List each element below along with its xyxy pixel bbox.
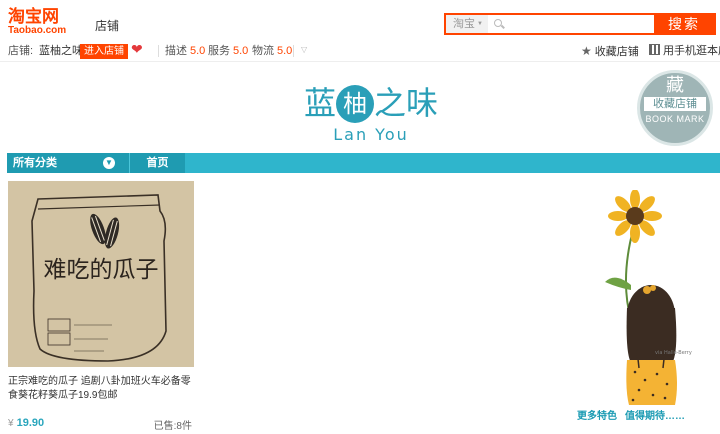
divider xyxy=(293,45,294,57)
product-title-link[interactable]: 正宗难吃的瓜子 追剧八卦加班火车必备零食葵花籽葵瓜子19.9包邮 xyxy=(8,375,194,405)
heart-icon[interactable]: ❤ xyxy=(131,42,143,56)
bookmark-badge[interactable]: 藏 收藏店铺 BOOK MARK xyxy=(637,70,713,146)
price-amount: 19.90 xyxy=(16,417,45,429)
rating-service: 服务 5.0 xyxy=(208,44,248,58)
sold-count: 已售:8件 xyxy=(153,421,192,432)
rating-score: 5.0 xyxy=(190,45,206,57)
product-card: 难吃的瓜子 正宗难吃的瓜子 追剧八卦加班火车必备零食葵花籽葵瓜子19.9包邮 ¥… xyxy=(8,181,194,433)
coming-soon-link[interactable]: 值得期待…… xyxy=(625,407,685,422)
taobao-logo[interactable]: 淘宝网 Taobao.com xyxy=(8,8,78,38)
shop-name-link[interactable]: 蓝柚之味 xyxy=(39,44,83,58)
shop-nav-bar: 所有分类 ▼ 首页 xyxy=(7,153,720,173)
search-scope-label: 淘宝 xyxy=(453,18,475,30)
star-icon: ★ xyxy=(581,44,592,58)
rating-label: 描述 xyxy=(165,45,187,57)
bookmark-char: 藏 xyxy=(666,75,684,96)
search-input[interactable] xyxy=(488,15,654,33)
logo-text-cn: 淘宝网 xyxy=(8,7,59,26)
decorative-illustration: via Halle-Berry xyxy=(605,189,692,406)
chevron-down-icon: ▼ xyxy=(103,157,115,169)
rating-label: 服务 xyxy=(208,45,230,57)
rating-logistics: 物流 5.0 xyxy=(252,44,292,58)
sunflower-girl-illustration: via Halle-Berry 更多特色 值得期待…… xyxy=(575,189,720,422)
brand-char: 蓝 xyxy=(303,84,336,122)
rating-label: 物流 xyxy=(252,45,274,57)
product-price: ¥ 19.90 xyxy=(8,417,44,429)
mobile-browse-link[interactable]: 用手机逛本店 xyxy=(649,44,720,58)
brand-char-circle: 柚 xyxy=(336,85,374,123)
bookmark-label-cn: 收藏店铺 xyxy=(644,97,706,111)
shop-banner: 蓝柚之味 Lan You 藏 收藏店铺 BOOK MARK xyxy=(0,62,720,152)
all-categories-label: 所有分类 xyxy=(13,157,57,169)
all-categories-menu[interactable]: 所有分类 ▼ xyxy=(7,153,129,173)
divider xyxy=(158,45,159,57)
shop-info-bar: 店铺: 蓝柚之味 进入店铺 ❤ 描述 5.0 服务 5.0 物流 5.0 ▽ ★ 收藏店… xyxy=(0,40,720,62)
mobile-browse-label: 用手机逛本店 xyxy=(663,45,720,57)
watermark-text: via Halle-Berry xyxy=(655,350,692,356)
favorite-shop-link[interactable]: ★ 收藏店铺 xyxy=(581,44,639,59)
brand-name-cn: 蓝柚之味 xyxy=(296,84,446,123)
chevron-down-icon[interactable]: ▽ xyxy=(301,43,307,57)
product-image[interactable]: 难吃的瓜子 xyxy=(8,181,194,367)
qr-code-icon xyxy=(649,44,660,55)
rating-score: 5.0 xyxy=(233,45,249,57)
logo-text-en: Taobao.com xyxy=(8,25,67,36)
search-icon xyxy=(494,19,502,27)
top-header: 淘宝网 Taobao.com 店铺 淘宝 ▼ 搜索 xyxy=(0,0,720,40)
section-label: 店铺 xyxy=(95,19,120,33)
sunflower-icon xyxy=(608,189,662,243)
nav-home-tab[interactable]: 首页 xyxy=(129,153,185,173)
brand-name-en: Lan You xyxy=(333,125,409,144)
search-scope-dropdown[interactable]: 淘宝 ▼ xyxy=(446,15,488,33)
currency-symbol: ¥ xyxy=(8,418,14,429)
shop-brand-logo[interactable]: 蓝柚之味 Lan You xyxy=(296,84,446,144)
search-button[interactable]: 搜索 xyxy=(654,15,714,33)
product-meta: ¥ 19.90 已售:8件 xyxy=(8,417,194,433)
brand-char: 之味 xyxy=(374,84,439,122)
more-features-link[interactable]: 更多特色 xyxy=(577,407,617,422)
caret-down-icon: ▼ xyxy=(477,21,483,27)
search-bar: 淘宝 ▼ 搜索 xyxy=(444,13,716,35)
rating-score: 5.0 xyxy=(277,45,293,57)
favorite-shop-label: 收藏店铺 xyxy=(594,46,639,58)
image-caption: 难吃的瓜子 xyxy=(44,257,159,283)
rating-description: 描述 5.0 xyxy=(165,44,205,58)
shop-label: 店铺: xyxy=(8,45,34,57)
bookmark-label-en: BOOK MARK xyxy=(645,114,705,124)
sunflower-seed-bag-illustration: 难吃的瓜子 xyxy=(8,181,194,367)
enter-shop-button[interactable]: 进入店铺 xyxy=(80,44,128,59)
